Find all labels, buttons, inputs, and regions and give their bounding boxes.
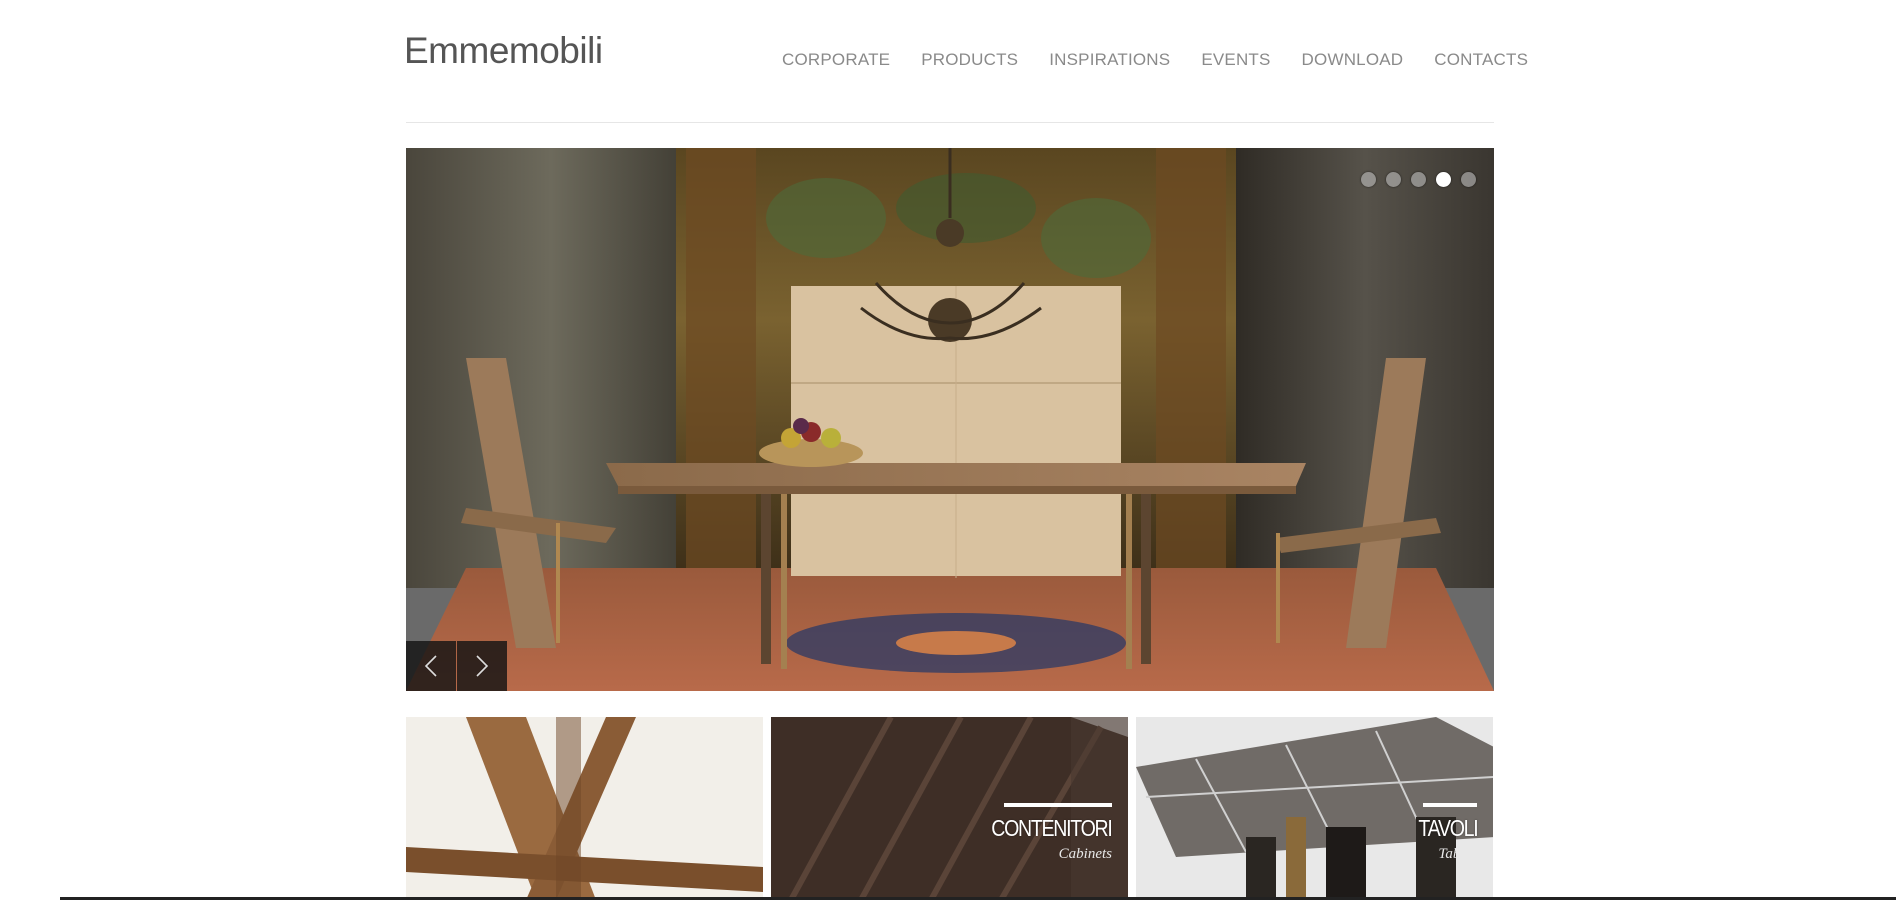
- tile-subtitle: Tables: [1438, 846, 1477, 862]
- logo[interactable]: Emmemobili: [404, 30, 603, 72]
- nav-item-contacts[interactable]: CONTACTS: [1434, 50, 1528, 70]
- nav-item-events[interactable]: EVENTS: [1201, 50, 1270, 70]
- slider-dot-1[interactable]: [1361, 172, 1376, 187]
- header-divider: [406, 122, 1494, 123]
- tile-title: TAVOLI: [1418, 815, 1478, 841]
- slider-next-button[interactable]: [457, 641, 507, 691]
- tile-caption-cabinets: CONTENITORI Cabinets: [970, 803, 1114, 863]
- slider-dot-3[interactable]: [1411, 172, 1426, 187]
- tile-title: CONTENITORI: [991, 815, 1114, 841]
- site-header: Emmemobili CORPORATE PRODUCTS INSPIRATIO…: [0, 0, 1896, 124]
- slider-prev-button[interactable]: [406, 641, 456, 691]
- tile-caption-tables: TAVOLI Tables: [1408, 803, 1478, 863]
- category-tile-chairs[interactable]: [406, 717, 763, 900]
- caption-bar: [1004, 803, 1112, 807]
- nav-item-products[interactable]: PRODUCTS: [921, 50, 1018, 70]
- category-tiles: CONTENITORI Cabinets TAVOLI Tables: [406, 717, 1494, 900]
- slider-dot-2[interactable]: [1386, 172, 1401, 187]
- hero-slider: [406, 148, 1494, 691]
- main-nav: CORPORATE PRODUCTS INSPIRATIONS EVENTS D…: [782, 50, 1528, 70]
- chevron-left-icon: [424, 655, 437, 677]
- slider-dot-5[interactable]: [1461, 172, 1476, 187]
- nav-item-download[interactable]: DOWNLOAD: [1302, 50, 1404, 70]
- category-tile-cabinets[interactable]: CONTENITORI Cabinets: [771, 717, 1128, 900]
- caption-bar: [1423, 803, 1477, 807]
- nav-item-corporate[interactable]: CORPORATE: [782, 50, 890, 70]
- chevron-right-icon: [476, 655, 489, 677]
- slider-dot-4-active[interactable]: [1436, 172, 1451, 187]
- category-tile-tables[interactable]: TAVOLI Tables: [1136, 717, 1493, 900]
- nav-item-inspirations[interactable]: INSPIRATIONS: [1049, 50, 1170, 70]
- hero-slide-image: [406, 148, 1494, 691]
- tile-subtitle: Cabinets: [1058, 846, 1112, 862]
- tile-image-chair: [406, 717, 763, 900]
- slider-pagination: [1351, 172, 1476, 187]
- slider-controls: [406, 641, 507, 691]
